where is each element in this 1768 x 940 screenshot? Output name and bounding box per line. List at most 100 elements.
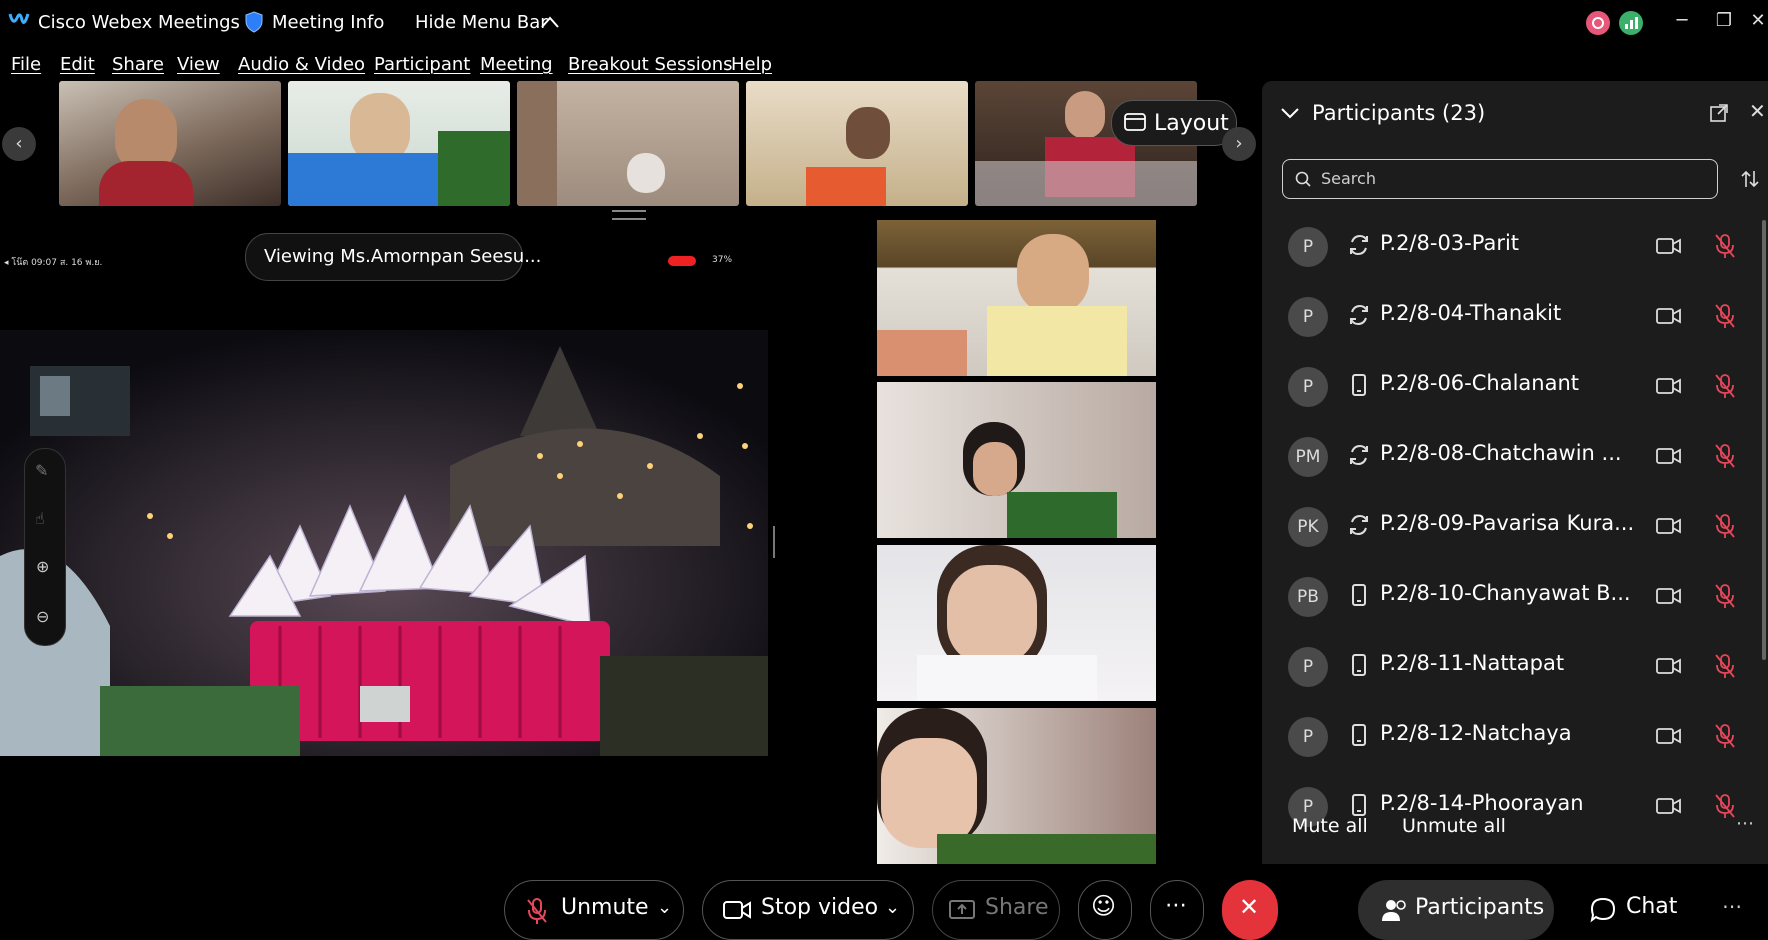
sort-icon[interactable]	[1740, 169, 1760, 189]
chevron-down-icon[interactable]	[1280, 105, 1300, 119]
avatar: PK	[1288, 507, 1328, 547]
camera-icon[interactable]	[1656, 235, 1682, 257]
participant-row[interactable]: PB P.2/8-10-Chanyawat B...	[1262, 561, 1768, 631]
overflow-menu-icon[interactable]: ⋯	[1722, 894, 1742, 918]
video-thumbnail[interactable]	[288, 81, 510, 206]
participant-name: P.2/8-10-Chanyawat B...	[1380, 581, 1631, 605]
video-tile[interactable]	[877, 545, 1156, 701]
camera-icon	[723, 900, 751, 920]
share-button[interactable]: Share	[932, 880, 1060, 940]
participant-row[interactable]: PM P.2/8-08-Chatchawin ...	[1262, 421, 1768, 491]
annotation-toolbar: ✎ ☝ ⊕ ⊖	[24, 448, 66, 646]
menu-breakout-sessions[interactable]: Breakout Sessions	[568, 54, 733, 75]
zoom-in-icon[interactable]: ⊕	[36, 557, 49, 576]
mute-all-button[interactable]: Mute all	[1292, 815, 1368, 837]
filmstrip-prev-button[interactable]: ‹	[2, 127, 36, 161]
filmstrip-next-button[interactable]: ›	[1222, 127, 1256, 161]
mic-muted-icon[interactable]	[1714, 233, 1736, 259]
camera-icon[interactable]	[1656, 305, 1682, 327]
zoom-out-icon[interactable]: ⊖	[36, 607, 49, 626]
shared-status-left: ◂ โน๊ต 09:07 ส. 16 พ.ย.	[4, 258, 103, 268]
video-tile[interactable]	[877, 382, 1156, 538]
menu-audio-video[interactable]: Audio & Video	[238, 54, 365, 75]
menu-meeting[interactable]: Meeting	[480, 54, 553, 75]
participant-row[interactable]: PK P.2/8-09-Pavarisa Kura...	[1262, 491, 1768, 561]
menu-share[interactable]: Share	[112, 54, 164, 75]
menu-bar: File Edit Share View Audio & Video Parti…	[0, 52, 900, 82]
participant-row[interactable]: P P.2/8-11-Nattapat	[1262, 631, 1768, 701]
camera-icon[interactable]	[1656, 655, 1682, 677]
mic-muted-icon[interactable]	[1714, 653, 1736, 679]
share-label: Share	[985, 895, 1049, 920]
participants-title: Participants (23)	[1312, 101, 1486, 125]
chat-label: Chat	[1626, 894, 1678, 919]
video-thumbnail[interactable]	[59, 81, 281, 206]
chevron-down-icon[interactable]: ⌄	[885, 897, 900, 918]
participant-row[interactable]: P P.2/8-06-Chalanant	[1262, 351, 1768, 421]
avatar: P	[1288, 717, 1328, 757]
chevron-down-icon[interactable]: ⌄	[657, 897, 672, 918]
menu-file[interactable]: File	[11, 54, 41, 75]
camera-icon[interactable]	[1656, 585, 1682, 607]
popout-icon[interactable]	[1710, 104, 1728, 122]
battery-text: 37%	[712, 255, 733, 265]
search-input[interactable]: Search	[1282, 159, 1718, 199]
participants-button[interactable]: Participants	[1358, 880, 1554, 940]
ellipsis-icon: ⋯	[1165, 893, 1187, 918]
participants-list: P P.2/8-03-Parit P P.2/8-04-Thanakit P P.2/8-…	[1262, 211, 1768, 883]
hide-menu-bar-button[interactable]: Hide Menu Bar	[415, 12, 548, 33]
panel-scrollbar[interactable]	[1762, 220, 1766, 660]
search-icon	[1295, 171, 1311, 187]
more-button[interactable]: ⋯	[1150, 880, 1204, 940]
video-thumbnail[interactable]	[746, 81, 968, 206]
avatar: P	[1288, 367, 1328, 407]
minimize-icon[interactable]: ─	[1664, 6, 1700, 36]
participant-row[interactable]: P P.2/8-12-Natchaya	[1262, 701, 1768, 771]
mic-muted-icon[interactable]	[1714, 583, 1736, 609]
camera-icon[interactable]	[1656, 725, 1682, 747]
reactions-button[interactable]: ☺	[1078, 880, 1132, 940]
menu-participant[interactable]: Participant	[374, 54, 470, 75]
chat-button[interactable]: Chat	[1590, 880, 1700, 940]
camera-icon[interactable]	[1656, 795, 1682, 817]
mic-muted-icon[interactable]	[1714, 723, 1736, 749]
mic-muted-icon[interactable]	[1714, 303, 1736, 329]
recording-indicator-icon	[1586, 11, 1610, 35]
network-health-icon[interactable]	[1619, 11, 1643, 35]
shield-icon[interactable]	[244, 11, 264, 33]
menu-edit[interactable]: Edit	[60, 54, 95, 75]
stop-video-button[interactable]: Stop video ⌄	[702, 880, 914, 940]
mic-muted-icon[interactable]	[1714, 513, 1736, 539]
video-thumbnail[interactable]	[517, 81, 739, 206]
pen-icon[interactable]: ✎	[35, 461, 48, 480]
close-icon[interactable]: ✕	[1748, 6, 1768, 36]
mic-muted-icon[interactable]	[1714, 373, 1736, 399]
camera-icon[interactable]	[1656, 515, 1682, 537]
viewing-pill: Viewing Ms.Amornpan Seesu...	[245, 233, 541, 281]
mic-muted-icon[interactable]	[1714, 443, 1736, 469]
remote-control-icon[interactable]: ☝	[35, 509, 45, 528]
menu-help[interactable]: Help	[731, 54, 772, 75]
layout-button[interactable]: Layout	[1111, 100, 1237, 146]
participant-row[interactable]: P P.2/8-03-Parit	[1262, 211, 1768, 281]
resize-handle[interactable]	[612, 210, 646, 220]
restore-icon[interactable]: ❐	[1706, 6, 1742, 36]
chevron-up-icon[interactable]	[540, 14, 560, 28]
meeting-info-button[interactable]: Meeting Info	[272, 12, 384, 33]
camera-icon[interactable]	[1656, 445, 1682, 467]
unmute-all-button[interactable]: Unmute all	[1402, 815, 1506, 837]
unmute-button[interactable]: Unmute ⌄	[504, 880, 684, 940]
sync-icon	[1348, 443, 1372, 469]
end-meeting-button[interactable]: ✕	[1222, 880, 1278, 940]
participant-name: P.2/8-09-Pavarisa Kura...	[1380, 511, 1635, 535]
video-tile[interactable]	[877, 708, 1156, 864]
splitter-handle[interactable]	[773, 526, 775, 558]
menu-view[interactable]: View	[177, 54, 220, 75]
close-panel-icon[interactable]: ✕	[1749, 99, 1766, 123]
more-options-icon[interactable]: ⋯	[1736, 813, 1754, 834]
participant-row[interactable]: P P.2/8-04-Thanakit	[1262, 281, 1768, 351]
participant-name: P.2/8-03-Parit	[1380, 231, 1520, 255]
camera-icon[interactable]	[1656, 375, 1682, 397]
video-tile[interactable]	[877, 220, 1156, 376]
mic-muted-icon[interactable]	[1714, 793, 1736, 819]
